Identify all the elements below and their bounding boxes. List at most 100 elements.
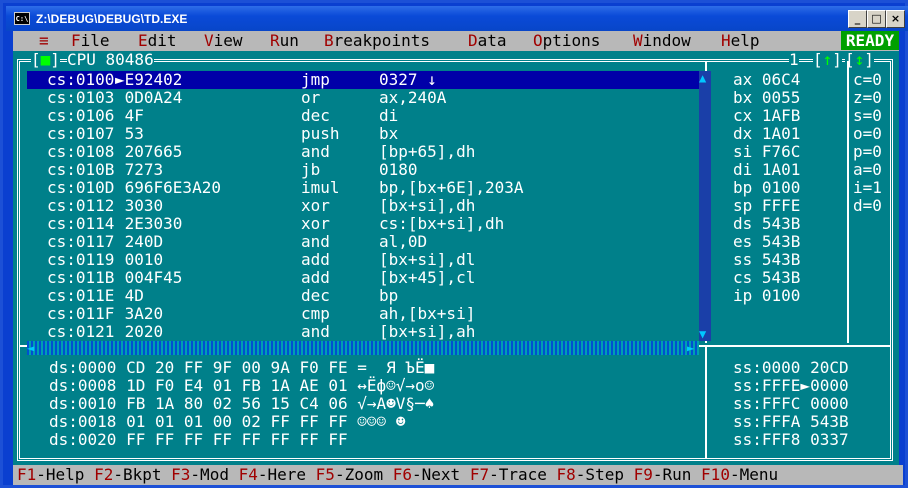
dump-row[interactable]: ds:0018 01 01 01 00 02 FF FF FF ☺☺☺ ☻ xyxy=(49,413,405,431)
code-vertical-scrollbar[interactable] xyxy=(699,71,711,341)
menu-view[interactable]: View xyxy=(204,32,243,50)
code-operands: ah,[bx+si] xyxy=(379,304,476,323)
code-bytes: 0010 xyxy=(115,250,164,269)
flag-value[interactable]: c=0 xyxy=(853,71,882,89)
code-row[interactable]: cs:011F 3A20 cmp ah,[bx+si] xyxy=(27,305,699,323)
code-row[interactable]: cs:0119 0010 add [bx+si],dl xyxy=(27,251,699,269)
fkey-f9[interactable]: F9-Run xyxy=(634,465,692,484)
flag-value[interactable]: d=0 xyxy=(853,197,882,215)
menu-help[interactable]: Help xyxy=(721,32,760,50)
scroll-down-arrow-icon[interactable]: ▼ xyxy=(699,327,706,341)
register-value[interactable]: bp 0100 xyxy=(733,179,800,197)
code-operands: bp,[bx+6E],203A xyxy=(379,178,524,197)
fkey-f6[interactable]: F6-Next xyxy=(393,465,460,484)
code-row[interactable]: cs:0107 53 push bx xyxy=(27,125,699,143)
register-value[interactable]: cs 543B xyxy=(733,269,800,287)
menu-run[interactable]: Run xyxy=(270,32,299,50)
menu-options[interactable]: Options xyxy=(533,32,600,50)
minimize-button[interactable]: _ xyxy=(848,10,867,28)
fkey-f5[interactable]: F5-Zoom xyxy=(316,465,383,484)
flag-value[interactable]: s=0 xyxy=(853,107,882,125)
register-value[interactable]: ip 0100 xyxy=(733,287,800,305)
code-row[interactable]: cs:0106 4F dec di xyxy=(27,107,699,125)
menu-data[interactable]: Data xyxy=(468,32,507,50)
ready-indicator: READY xyxy=(841,31,899,50)
fkey-f2[interactable]: F2-Bkpt xyxy=(94,465,161,484)
code-row[interactable]: cs:0112 3030 xor [bx+si],dh xyxy=(27,197,699,215)
flag-value[interactable]: p=0 xyxy=(853,143,882,161)
stack-row[interactable]: ss:0000 20CD xyxy=(733,359,849,377)
stack-row[interactable]: ss:FFFA 543B xyxy=(733,413,849,431)
code-row[interactable]: cs:0103 0D0A24 or ax,240A xyxy=(27,89,699,107)
fkey-f4[interactable]: F4-Here xyxy=(239,465,306,484)
dump-row[interactable]: ds:0020 FF FF FF FF FF FF FF FF xyxy=(49,431,348,449)
flag-value[interactable]: z=0 xyxy=(853,89,882,107)
fkey-f10[interactable]: F10-Menu xyxy=(701,465,778,484)
code-row[interactable]: cs:010B 7273 jb 0180 xyxy=(27,161,699,179)
code-row[interactable]: cs:0108 207665 and [bp+65],dh xyxy=(27,143,699,161)
code-bytes: 240D xyxy=(115,232,164,251)
resize-box[interactable]: [↕] xyxy=(845,51,874,69)
fkey-f8[interactable]: F8-Step xyxy=(557,465,624,484)
code-mnemonic: push xyxy=(301,124,340,143)
stack-row[interactable]: ss:FFFE►0000 xyxy=(733,377,849,395)
close-button[interactable]: × xyxy=(886,10,905,28)
scroll-left-arrow-icon[interactable]: ◄ xyxy=(27,341,34,355)
menu-file[interactable]: File xyxy=(71,32,110,50)
dump-row[interactable]: ds:0010 FB 1A 80 02 56 15 C4 06 √→А☻V§─♠ xyxy=(49,395,434,413)
fkey-label: -Mod xyxy=(190,465,229,484)
code-row[interactable]: cs:011B 004F45 add [bx+45],cl xyxy=(27,269,699,287)
register-value[interactable]: sp FFFE xyxy=(733,197,800,215)
code-row[interactable]: cs:0100 ►E92402 jmp 0327 ↓ xyxy=(27,71,699,89)
fkey-label: -Run xyxy=(652,465,692,484)
code-row[interactable]: cs:0121 2020 and [bx+si],ah xyxy=(27,323,699,341)
stack-row[interactable]: ss:FFFC 0000 xyxy=(733,395,849,413)
code-row[interactable]: cs:010D 696F6E3A20 imul bp,[bx+6E],203A xyxy=(27,179,699,197)
code-address: cs:0107 xyxy=(47,124,115,143)
fkey-f1[interactable]: F1-Help xyxy=(17,465,84,484)
scroll-up-arrow-icon[interactable]: ▲ xyxy=(699,71,706,85)
stack-row[interactable]: ss:FFF8 0337 xyxy=(733,431,849,449)
code-operands: 0180 xyxy=(379,160,418,179)
register-flags-divider[interactable] xyxy=(847,61,849,343)
dump-stack-divider[interactable] xyxy=(705,347,707,459)
fkey-f7[interactable]: F7-Trace xyxy=(470,465,547,484)
code-row[interactable]: cs:0117 240D and al,0D xyxy=(27,233,699,251)
function-key-bar: F1-Help F2-Bkpt F3-Mod F4-Here F5-Zoom F… xyxy=(13,465,903,485)
title-bar[interactable]: C:\ Z:\DEBUG\DEBUG\TD.EXE _ □ × xyxy=(6,6,908,31)
code-mnemonic: add xyxy=(301,268,330,287)
menu-window[interactable]: Window xyxy=(633,32,691,50)
fkey-f3[interactable]: F3-Mod xyxy=(171,465,229,484)
code-row[interactable]: cs:011E 4D dec bp xyxy=(27,287,699,305)
close-box[interactable]: [■] xyxy=(31,51,60,69)
menu-edit[interactable]: Edit xyxy=(138,32,177,50)
flag-value[interactable]: a=0 xyxy=(853,161,882,179)
menu-system[interactable]: ≡ xyxy=(39,32,49,50)
code-row[interactable]: cs:0114 2E3030 xor cs:[bx+si],dh xyxy=(27,215,699,233)
zoom-box[interactable]: [↑] xyxy=(813,51,842,69)
register-value[interactable]: ax 06C4 xyxy=(733,71,800,89)
code-bytes: 4F xyxy=(115,106,144,125)
code-bytes: 7273 xyxy=(115,160,164,179)
code-mnemonic: dec xyxy=(301,106,330,125)
code-mnemonic: cmp xyxy=(301,304,330,323)
register-value[interactable]: si F76C xyxy=(733,143,800,161)
register-value[interactable]: di 1A01 xyxy=(733,161,800,179)
flag-value[interactable]: o=0 xyxy=(853,125,882,143)
maximize-button[interactable]: □ xyxy=(867,10,886,28)
code-bytes: 3A20 xyxy=(115,304,164,323)
dump-row[interactable]: ds:0000 CD 20 FF 9F 00 9A F0 FE = Я ЪЁ■ xyxy=(49,359,434,377)
register-value[interactable]: cx 1AFB xyxy=(733,107,800,125)
code-horizontal-scrollbar[interactable] xyxy=(27,341,699,355)
code-address: cs:0112 xyxy=(47,196,115,215)
register-value[interactable]: es 543B xyxy=(733,233,800,251)
msdos-icon[interactable]: C:\ xyxy=(14,12,30,25)
dump-row[interactable]: ds:0008 1D F0 E4 01 FB 1A AE 01 ↔Ёф☺√→о☺ xyxy=(49,377,434,395)
scroll-right-arrow-icon[interactable]: ► xyxy=(687,341,694,355)
register-value[interactable]: dx 1A01 xyxy=(733,125,800,143)
register-value[interactable]: ss 543B xyxy=(733,251,800,269)
register-value[interactable]: ds 543B xyxy=(733,215,800,233)
register-value[interactable]: bx 0055 xyxy=(733,89,800,107)
flag-value[interactable]: i=1 xyxy=(853,179,882,197)
menu-breakpoints[interactable]: Breakpoints xyxy=(324,32,430,50)
